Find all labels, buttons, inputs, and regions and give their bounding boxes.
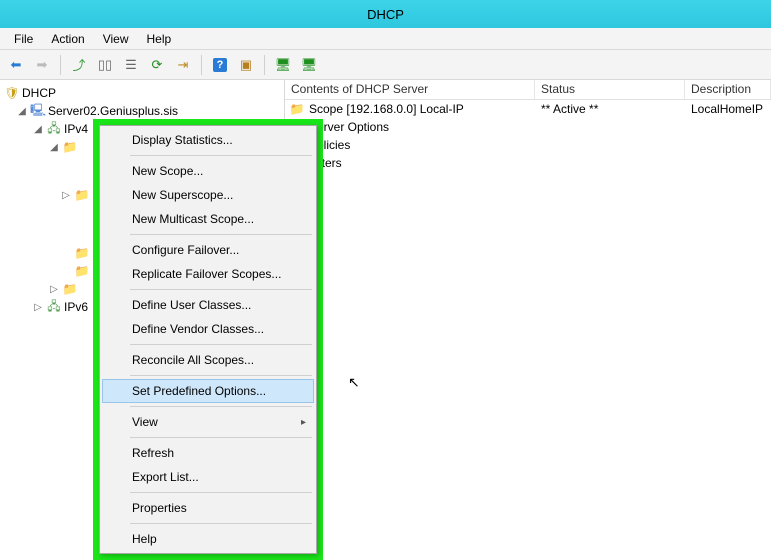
folder-icon: 📁 (62, 281, 78, 297)
tile-button[interactable]: ▣ (234, 54, 258, 76)
back-button[interactable]: ⬅ (4, 54, 28, 76)
list-item[interactable]: 📁Server Options (285, 118, 771, 136)
list-item[interactable]: ▽Filters (285, 154, 771, 172)
up-button[interactable]: ⤴ (67, 54, 91, 76)
tree-server[interactable]: ◢ 🖳 Server02.Geniusplus.sis (2, 102, 282, 120)
context-menu: Display Statistics... New Scope... New S… (99, 125, 317, 554)
ctx-define-user-classes[interactable]: Define User Classes... (102, 293, 314, 317)
folder-icon: 📁 (74, 263, 90, 279)
menu-help[interactable]: Help (139, 31, 180, 47)
ctx-new-multicast-scope[interactable]: New Multicast Scope... (102, 207, 314, 231)
folder-icon: 📁 (62, 139, 78, 155)
cell-status: ** Active ** (535, 102, 685, 116)
highlight-box: Display Statistics... New Scope... New S… (93, 119, 323, 560)
ctx-view-submenu[interactable]: View (102, 410, 314, 434)
collapse-icon[interactable]: ◢ (48, 142, 60, 153)
ctx-new-scope[interactable]: New Scope... (102, 159, 314, 183)
list-icon: ☰ (125, 57, 137, 73)
context-separator (130, 375, 312, 376)
context-separator (130, 234, 312, 235)
server-icon: 🖳 (30, 103, 46, 119)
context-separator (130, 437, 312, 438)
ctx-new-superscope[interactable]: New Superscope... (102, 183, 314, 207)
list-body: 📁 Scope [192.168.0.0] Local-IP ** Active … (285, 100, 771, 505)
collapse-icon[interactable]: ◢ (16, 106, 28, 117)
context-separator (130, 523, 312, 524)
column-contents[interactable]: Contents of DHCP Server (285, 80, 535, 99)
toolbar-separator (264, 55, 265, 75)
tree-server-label: Server02.Geniusplus.sis (48, 104, 178, 118)
list-header[interactable]: Contents of DHCP Server Status Descripti… (285, 80, 771, 100)
column-description[interactable]: Description (685, 80, 771, 99)
context-separator (130, 406, 312, 407)
help-icon: ? (213, 58, 227, 72)
arrow-left-icon: ⬅ (11, 57, 22, 73)
expand-icon[interactable]: ▷ (48, 284, 60, 295)
menu-view[interactable]: View (95, 31, 137, 47)
tree-ipv6-label: IPv6 (64, 300, 88, 314)
panel-icon: ▯▯ (98, 57, 112, 73)
refresh-button[interactable]: ⟳ (145, 54, 169, 76)
expand-icon[interactable]: ▷ (60, 190, 72, 201)
dhcp-icon: 🛡 (4, 85, 20, 101)
column-status[interactable]: Status (535, 80, 685, 99)
collapse-icon[interactable]: ◢ (32, 124, 44, 135)
context-separator (130, 155, 312, 156)
list-pane[interactable]: Contents of DHCP Server Status Descripti… (285, 80, 771, 505)
toolbar: ⬅ ➡ ⤴ ▯▯ ☰ ⟳ ⇥ ? ▣ 🖥 🖥 (0, 50, 771, 80)
monitor-plus-icon: 🖥 (301, 57, 318, 73)
menubar: File Action View Help (0, 28, 771, 50)
ctx-export-list[interactable]: Export List... (102, 465, 314, 489)
arrow-right-icon: ➡ (37, 57, 48, 73)
menu-file[interactable]: File (6, 31, 41, 47)
properties-button[interactable]: ☰ (119, 54, 143, 76)
tree-root-dhcp[interactable]: 🛡 DHCP (2, 84, 282, 102)
window-icon: ▣ (240, 57, 252, 73)
ctx-replicate-failover[interactable]: Replicate Failover Scopes... (102, 262, 314, 286)
ctx-refresh[interactable]: Refresh (102, 441, 314, 465)
context-separator (130, 492, 312, 493)
folder-icon: 📁 (74, 187, 90, 203)
export-icon: ⇥ (178, 57, 189, 73)
ctx-display-statistics[interactable]: Display Statistics... (102, 128, 314, 152)
forward-button[interactable]: ➡ (30, 54, 54, 76)
folder-icon: 📁 (74, 245, 90, 261)
toolbar-separator (201, 55, 202, 75)
folder-icon: 📁 (289, 101, 305, 117)
ctx-define-vendor-classes[interactable]: Define Vendor Classes... (102, 317, 314, 341)
list-item[interactable]: 📁 Scope [192.168.0.0] Local-IP ** Active … (285, 100, 771, 118)
manage-button[interactable]: 🖥 (271, 54, 295, 76)
ctx-reconcile-scopes[interactable]: Reconcile All Scopes... (102, 348, 314, 372)
tree-ipv4-label: IPv4 (64, 122, 88, 136)
export-button[interactable]: ⇥ (171, 54, 195, 76)
window-titlebar: DHCP (0, 0, 771, 28)
show-hide-tree-button[interactable]: ▯▯ (93, 54, 117, 76)
toolbar-separator (60, 55, 61, 75)
window-title: DHCP (367, 7, 404, 22)
ipv4-icon: 🖧 (46, 121, 62, 137)
monitors-icon: 🖥 (275, 57, 292, 73)
expand-icon[interactable]: ▷ (32, 302, 44, 313)
cell-name: Scope [192.168.0.0] Local-IP (309, 102, 464, 116)
add-server-button[interactable]: 🖥 (297, 54, 321, 76)
ipv6-icon: 🖧 (46, 299, 62, 315)
tree-root-label: DHCP (22, 86, 56, 100)
cell-desc: LocalHomeIP (685, 102, 771, 116)
ctx-help[interactable]: Help (102, 527, 314, 551)
ctx-properties[interactable]: Properties (102, 496, 314, 520)
context-separator (130, 344, 312, 345)
menu-action[interactable]: Action (43, 31, 92, 47)
list-item[interactable]: 📋Policies (285, 136, 771, 154)
ctx-set-predefined-options[interactable]: Set Predefined Options... (102, 379, 314, 403)
up-icon: ⤴ (72, 55, 85, 74)
context-separator (130, 289, 312, 290)
ctx-configure-failover[interactable]: Configure Failover... (102, 238, 314, 262)
refresh-icon: ⟳ (152, 57, 163, 73)
help-button[interactable]: ? (208, 54, 232, 76)
